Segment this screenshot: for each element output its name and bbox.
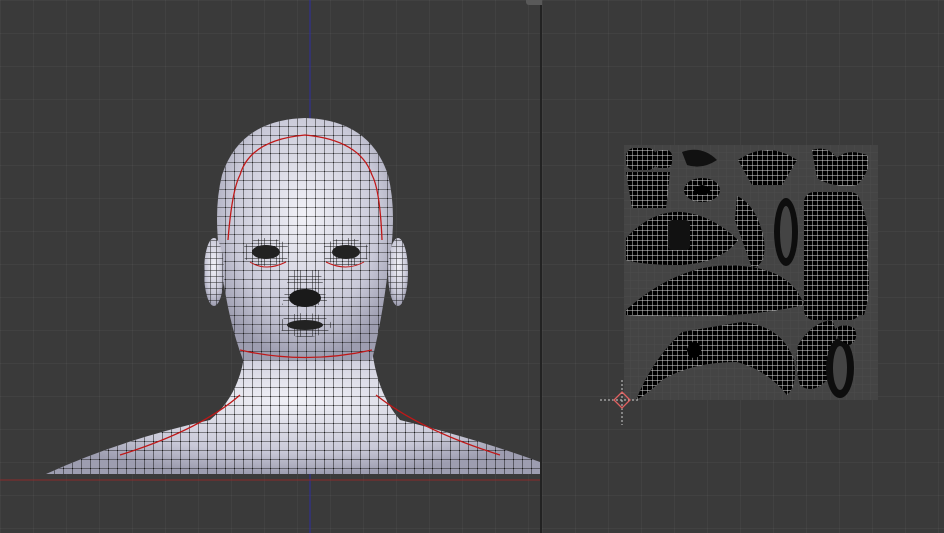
uv-editor-viewport[interactable] xyxy=(542,0,944,533)
3d-viewport[interactable] xyxy=(0,0,540,533)
viewport-3d-canvas xyxy=(0,0,540,533)
head-mesh[interactable] xyxy=(46,118,540,474)
uv-editor-canvas xyxy=(600,145,878,425)
